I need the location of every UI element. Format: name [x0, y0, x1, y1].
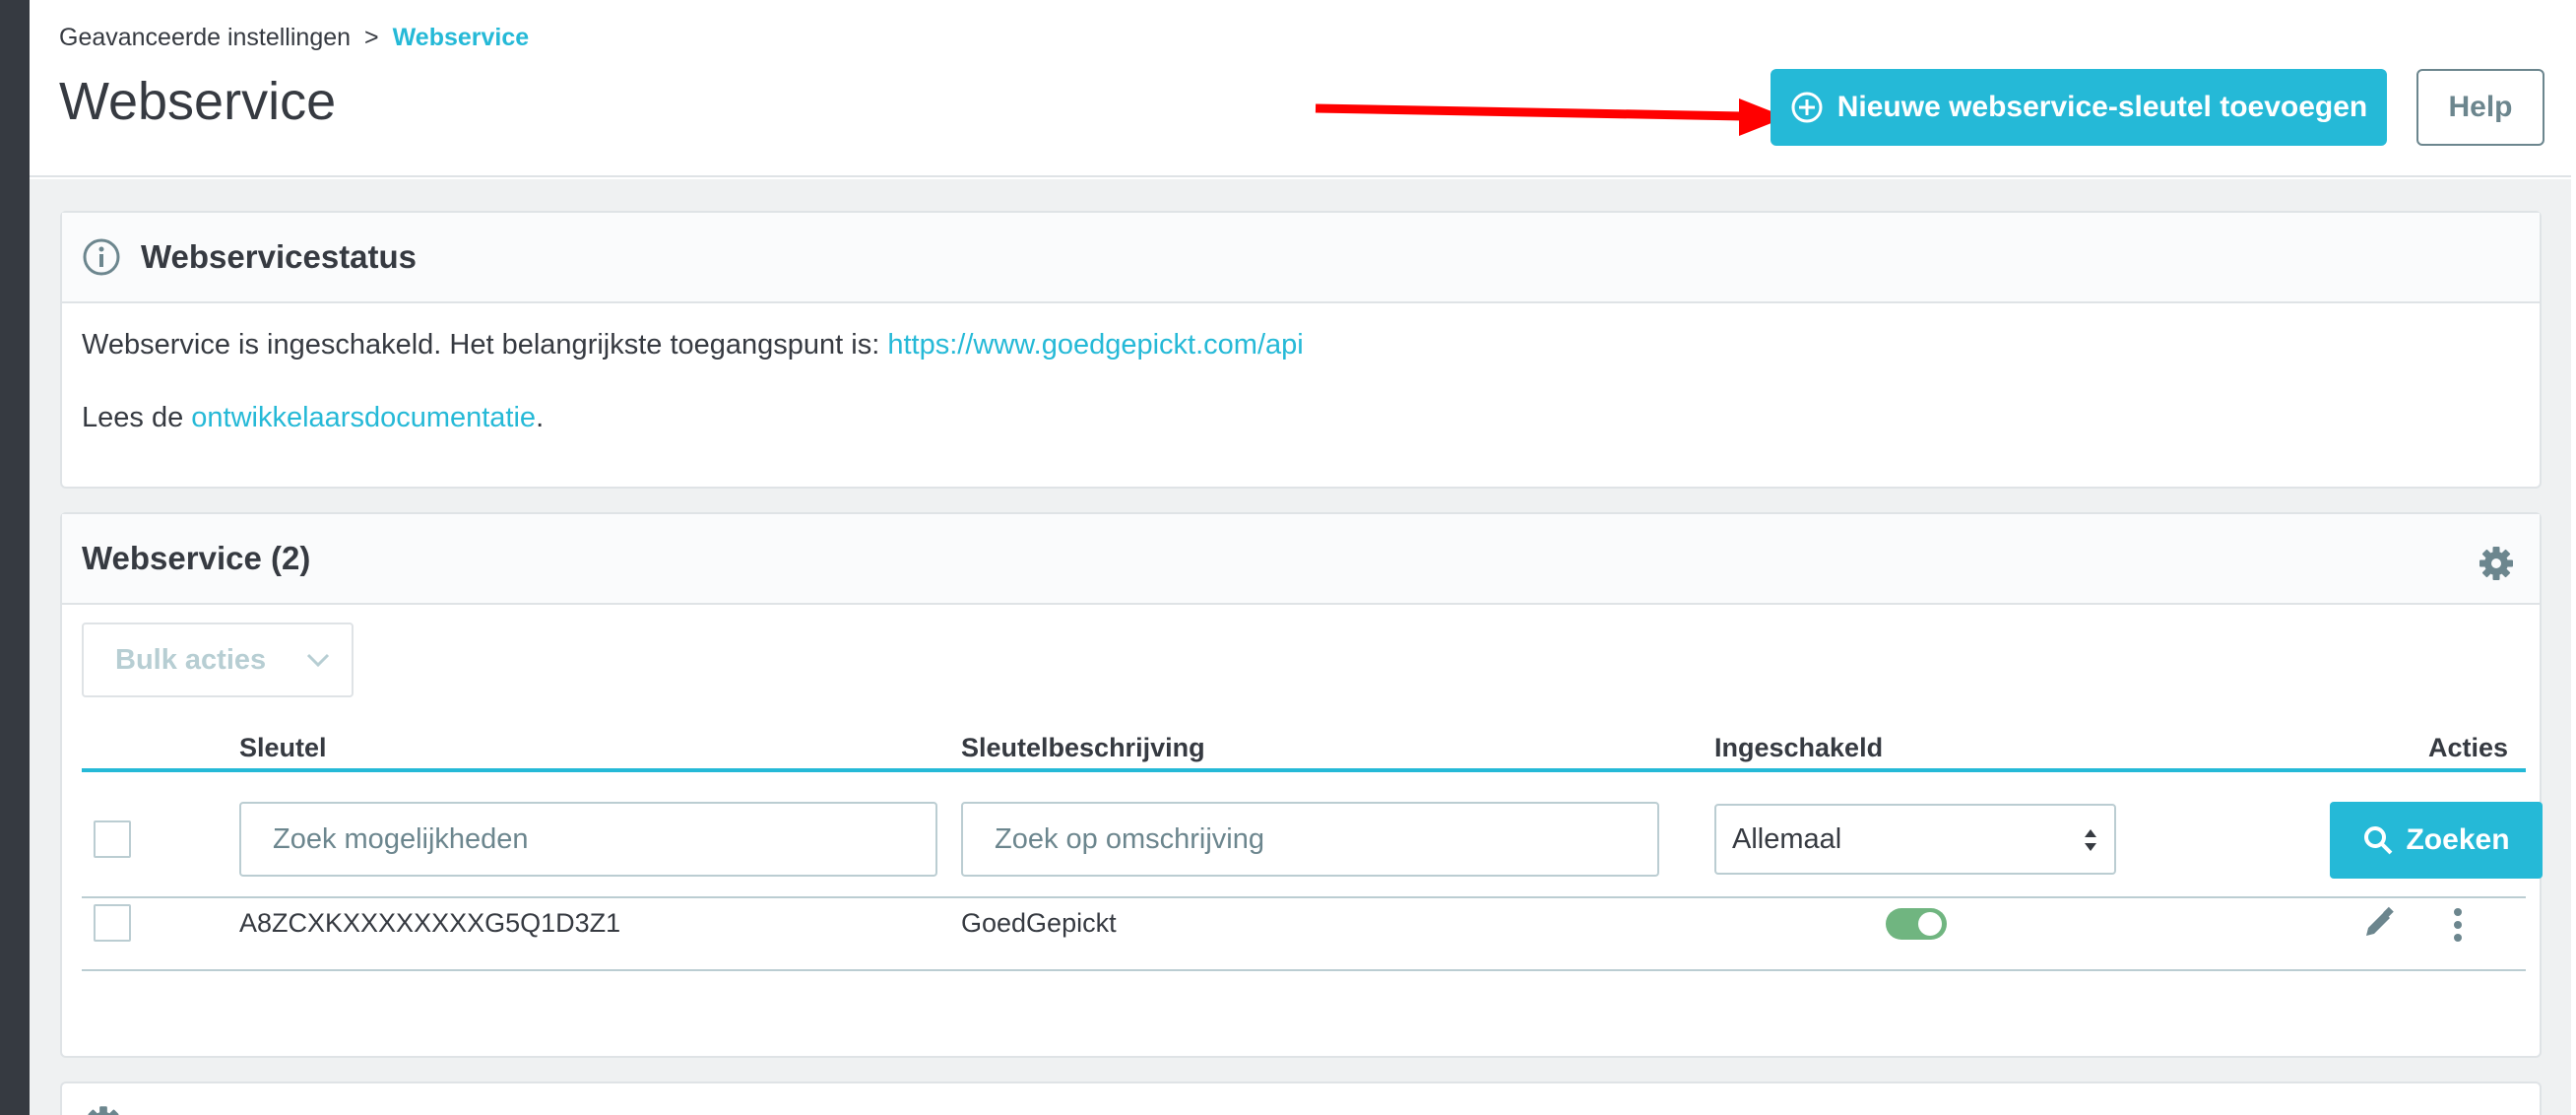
list-card-header: Webservice (2)	[62, 514, 2540, 605]
add-webservice-key-label: Nieuwe webservice-sleutel toevoegen	[1836, 91, 2368, 123]
search-icon	[2364, 826, 2393, 855]
gear-icon	[88, 1106, 119, 1115]
column-header-actions: Acties	[2427, 733, 2508, 762]
webservice-status-card: Webservicestatus Webservice is ingeschak…	[60, 211, 2542, 489]
help-button[interactable]: Help	[2416, 69, 2544, 146]
plus-circle-icon	[1791, 92, 1823, 123]
docs-line: Lees de ontwikkelaarsdocumentatie.	[82, 402, 544, 434]
enabled-filter-value: Allemaal	[1732, 822, 1842, 855]
toggle-knob	[1918, 912, 1942, 936]
info-icon	[83, 238, 120, 276]
table-header-divider	[82, 768, 2526, 772]
docs-suffix: .	[536, 402, 545, 433]
endpoint-link[interactable]: https://www.goedgepickt.com/api	[887, 329, 1303, 361]
configuration-card-partial	[60, 1082, 2542, 1115]
status-card-title: Webservicestatus	[141, 238, 418, 275]
row-divider	[82, 969, 2526, 971]
webservice-list-card: Webservice (2) Bulk acties Sleutel Sleut…	[60, 512, 2543, 1058]
right-edge	[2571, 0, 2576, 1115]
docs-prefix: Lees de	[82, 402, 184, 433]
annotation-arrow-icon	[1315, 98, 1786, 136]
select-all-checkbox[interactable]	[94, 820, 131, 858]
developer-docs-link[interactable]: ontwikkelaarsdocumentatie	[191, 402, 536, 433]
column-header-key[interactable]: Sleutel	[239, 733, 327, 763]
key-filter-input[interactable]	[239, 802, 937, 877]
add-webservice-key-button[interactable]: Nieuwe webservice-sleutel toevoegen	[1771, 69, 2387, 146]
filter-row-divider	[82, 896, 2526, 898]
main-content: Webservicestatus Webservice is ingeschak…	[30, 179, 2571, 1115]
status-card-header: Webservicestatus	[62, 213, 2540, 303]
row-description-cell[interactable]: GoedGepickt	[961, 908, 1117, 939]
row-enabled-toggle[interactable]	[1886, 908, 1947, 940]
bulk-actions-dropdown[interactable]: Bulk acties	[82, 623, 354, 697]
more-actions-icon[interactable]	[2451, 906, 2465, 944]
status-enabled-text: Webservice is ingeschakeld. Het belangri…	[82, 329, 880, 361]
page-header: Geavanceerde instellingen > Webservice W…	[30, 0, 2571, 177]
status-enabled-line: Webservice is ingeschakeld. Het belangri…	[82, 329, 1304, 361]
column-header-enabled[interactable]: Ingeschakeld	[1714, 733, 1883, 763]
row-key-cell[interactable]: A8ZCXKXXXXXXXXG5Q1D3Z1	[239, 908, 620, 939]
search-button-label: Zoeken	[2406, 823, 2510, 856]
select-arrows-icon	[2085, 829, 2096, 851]
breadcrumb-current[interactable]: Webservice	[393, 24, 530, 52]
enabled-filter-select[interactable]: Allemaal	[1714, 804, 2116, 875]
left-sidebar-rail	[0, 0, 30, 1115]
page-title: Webservice	[59, 72, 337, 131]
edit-pencil-icon[interactable]	[2362, 906, 2396, 940]
column-header-description[interactable]: Sleutelbeschrijving	[961, 733, 1205, 763]
list-card-title: Webservice (2)	[82, 540, 311, 576]
description-filter-input[interactable]	[961, 802, 1659, 877]
row-select-checkbox[interactable]	[94, 904, 131, 942]
breadcrumb-separator: >	[364, 24, 379, 51]
breadcrumb: Geavanceerde instellingen > Webservice	[59, 24, 529, 52]
search-button[interactable]: Zoeken	[2330, 802, 2543, 879]
gear-icon[interactable]	[2477, 544, 2516, 583]
bulk-actions-label: Bulk acties	[115, 643, 267, 676]
chevron-down-icon	[307, 653, 330, 668]
breadcrumb-parent[interactable]: Geavanceerde instellingen	[59, 24, 351, 52]
